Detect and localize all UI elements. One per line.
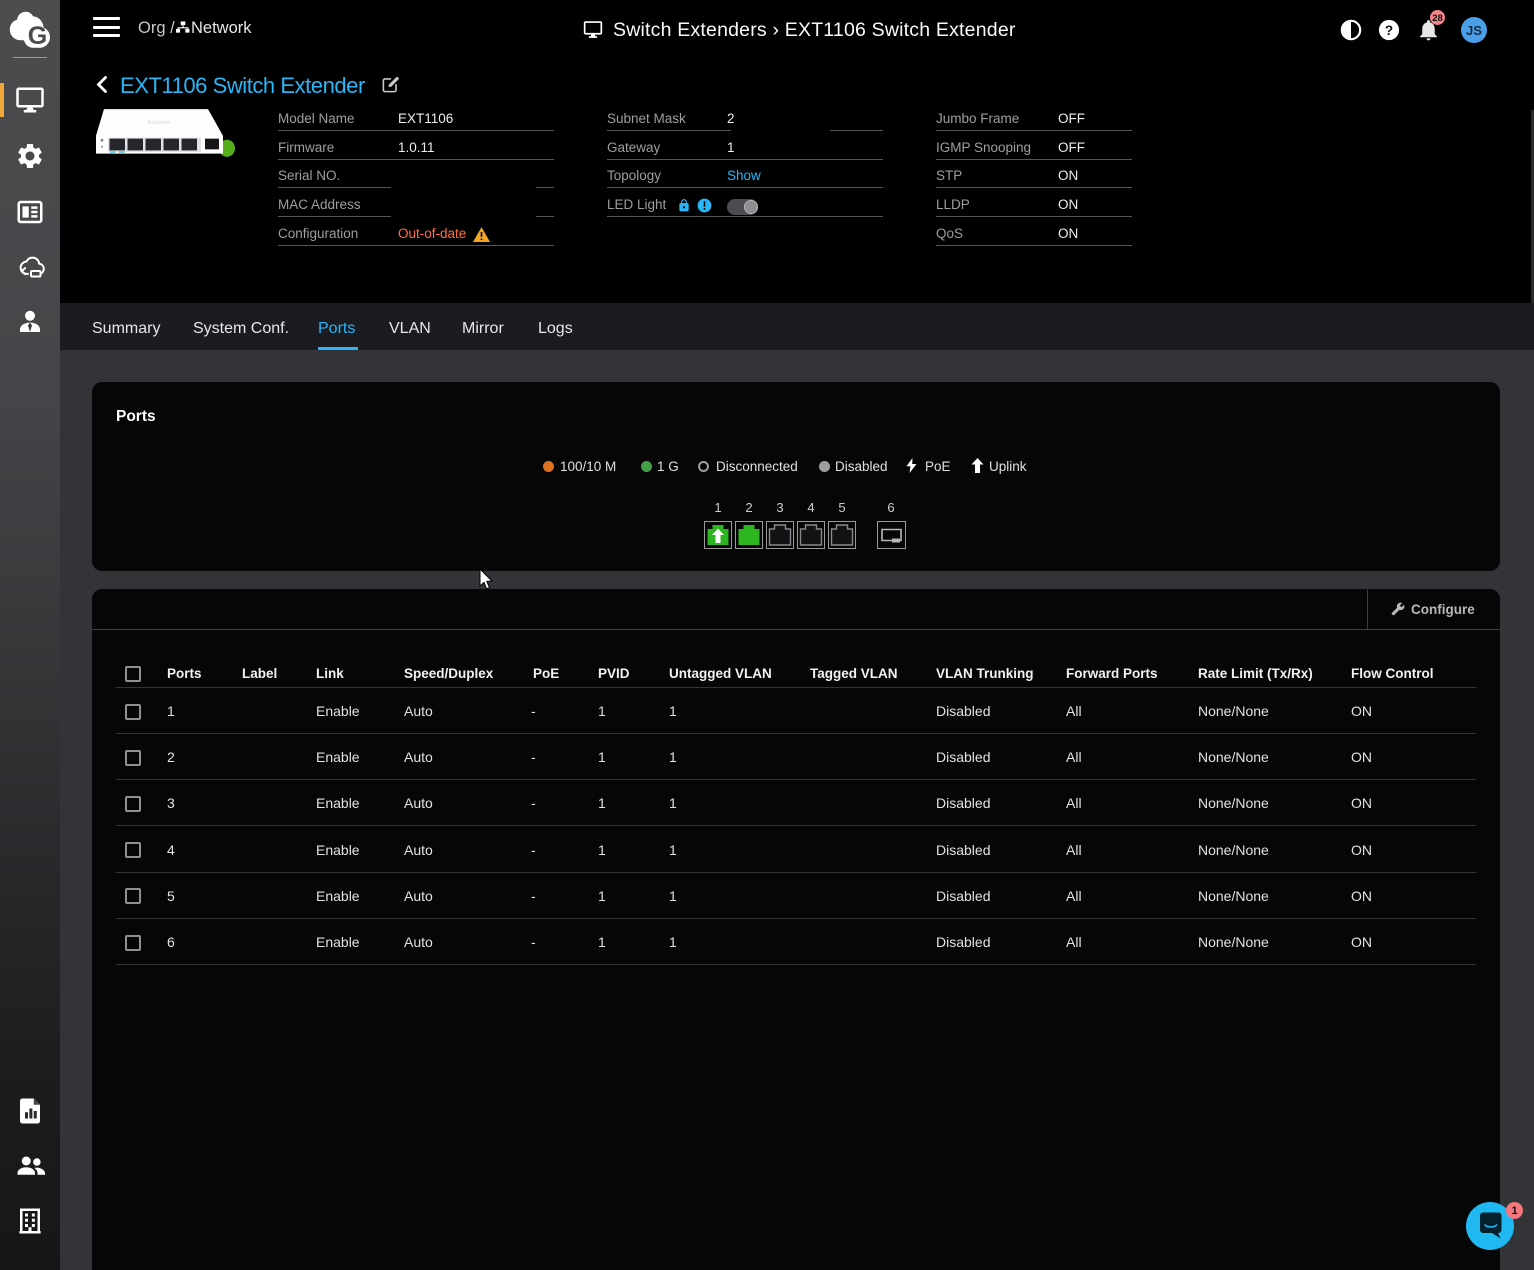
svg-text:EnGenius: EnGenius: [148, 120, 170, 126]
svg-text:?: ?: [1385, 23, 1393, 38]
svg-text:G: G: [28, 22, 47, 49]
